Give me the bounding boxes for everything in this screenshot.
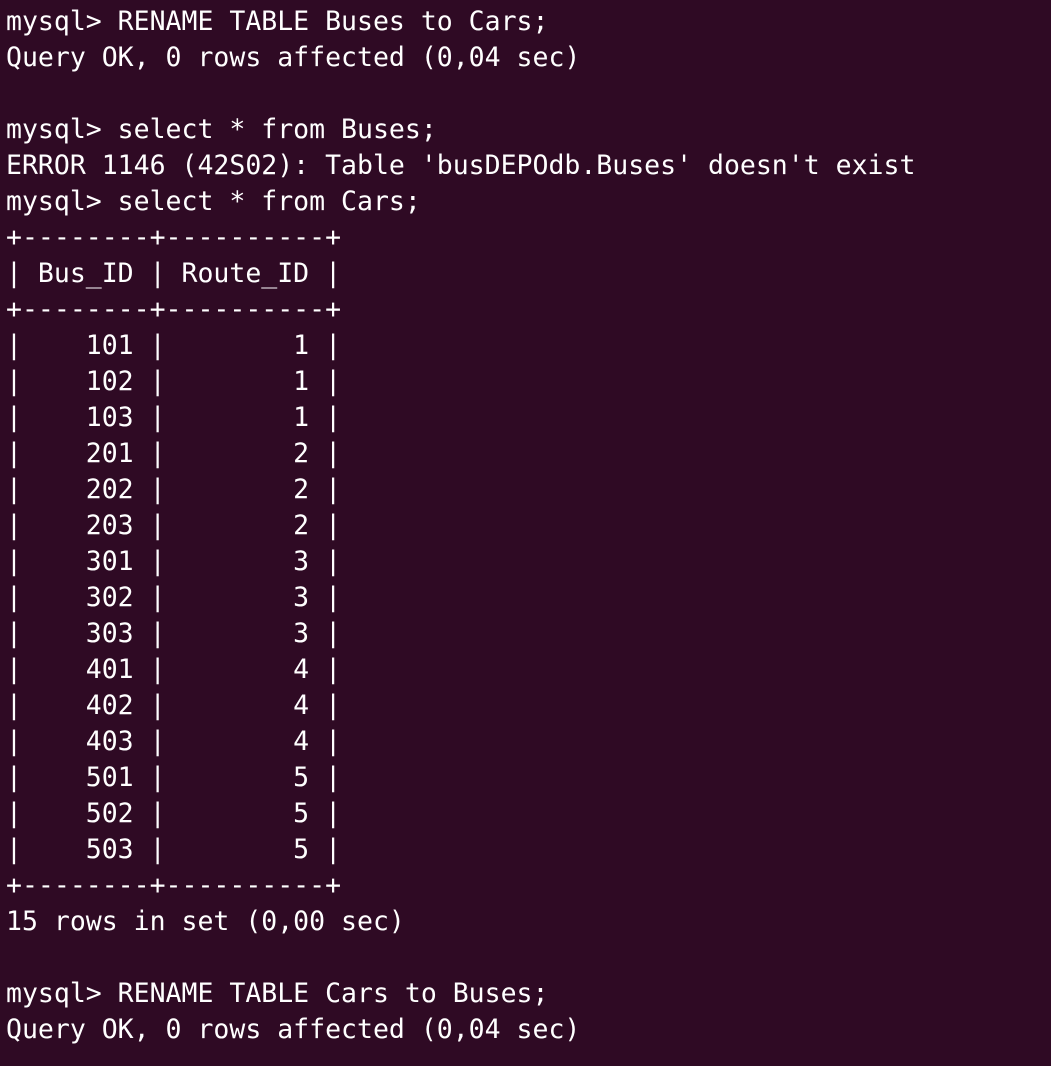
terminal-line-prompt: mysql> RENAME TABLE Cars to Buses;: [6, 978, 549, 1009]
table-row: | 503 | 5 |: [6, 834, 342, 865]
table-border-top: +--------+----------+: [6, 222, 342, 253]
table-row: | 302 | 3 |: [6, 582, 342, 613]
terminal-line-prompt: mysql> select * from Cars;: [6, 186, 421, 217]
table-border-header: +--------+----------+: [6, 294, 342, 325]
terminal-line-output: Query OK, 0 rows affected (0,04 sec): [6, 42, 581, 73]
table-row: | 303 | 3 |: [6, 618, 342, 649]
table-border-bottom: +--------+----------+: [6, 870, 342, 901]
table-row: | 301 | 3 |: [6, 546, 342, 577]
table-row: | 402 | 4 |: [6, 690, 342, 721]
table-row: | 101 | 1 |: [6, 330, 342, 361]
table-row: | 501 | 5 |: [6, 762, 342, 793]
table-row: | 202 | 2 |: [6, 474, 342, 505]
table-row: | 201 | 2 |: [6, 438, 342, 469]
table-row: | 103 | 1 |: [6, 402, 342, 433]
terminal-window[interactable]: mysql> RENAME TABLE Buses to Cars; Query…: [0, 0, 1051, 1066]
table-row: | 403 | 4 |: [6, 726, 342, 757]
table-row: | 502 | 5 |: [6, 798, 342, 829]
terminal-line-output: 15 rows in set (0,00 sec): [6, 906, 405, 937]
terminal-line-prompt: mysql> select * from Buses;: [6, 114, 437, 145]
table-row: | 401 | 4 |: [6, 654, 342, 685]
terminal-line-prompt: mysql> RENAME TABLE Buses to Cars;: [6, 6, 549, 37]
terminal-line-output: Query OK, 0 rows affected (0,04 sec): [6, 1014, 581, 1045]
table-row: | 102 | 1 |: [6, 366, 342, 397]
terminal-line-error: ERROR 1146 (42S02): Table 'busDEPOdb.Bus…: [6, 150, 916, 181]
table-header-row: | Bus_ID | Route_ID |: [6, 258, 342, 289]
table-row: | 203 | 2 |: [6, 510, 342, 541]
